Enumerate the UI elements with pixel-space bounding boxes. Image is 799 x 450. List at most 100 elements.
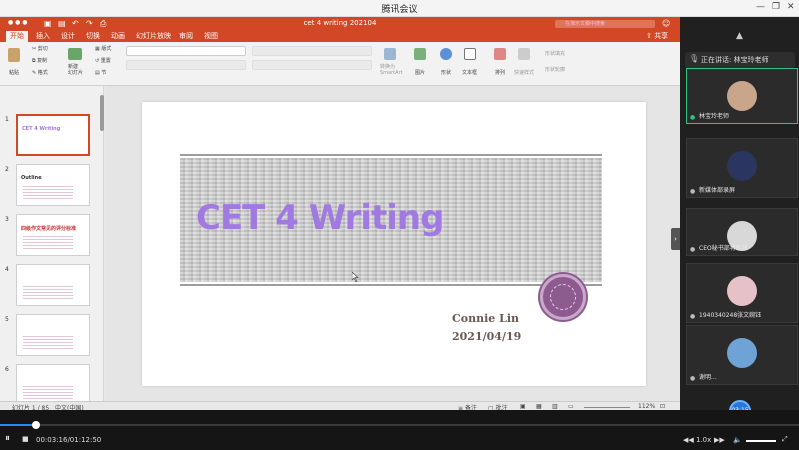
collapse-panel-button[interactable]: › (671, 228, 680, 250)
thumbnail-scrollbar[interactable] (100, 95, 104, 131)
ppt-titlebar: ● ● ● ▣ ▤ ↶ ↷ ⎙ cet 4 writing 202104 在演示… (0, 17, 680, 30)
shape-label: 形状 (441, 70, 452, 76)
font-name-select[interactable] (126, 46, 246, 56)
stop-icon[interactable]: ■ (22, 435, 29, 443)
format-label: 格式 (37, 70, 48, 76)
section-button[interactable]: ▤ 节 (95, 69, 106, 76)
slide-thumbnail[interactable]: Outline (16, 164, 90, 206)
volume-icon[interactable]: 🔈 (733, 436, 742, 444)
font-style-controls[interactable] (126, 60, 246, 70)
thumbnail-content (23, 385, 73, 399)
participant-tile[interactable]: ● CEO秘书部蒋耿慧 (686, 208, 798, 256)
format-painter-button[interactable]: ✎ 格式 (32, 69, 48, 76)
participant-tile[interactable]: ● 林宝玲老师 (686, 68, 798, 124)
tab-insert[interactable]: 插入 (36, 31, 50, 41)
thumbnail-number: 4 (5, 266, 9, 273)
participant-avatar (727, 81, 757, 111)
minimize-icon[interactable]: — (756, 2, 765, 12)
window-title: 腾讯会议 (381, 5, 418, 15)
smiley-icon[interactable]: ☺ (662, 19, 670, 28)
search-input[interactable]: 在演示文稿中搜索 (555, 20, 655, 28)
participant-avatar (727, 151, 757, 181)
progress-track[interactable] (0, 424, 799, 426)
quick-styles-label: 快速样式 (514, 70, 535, 76)
speed-button[interactable]: 1.0x (696, 436, 711, 444)
tab-animations[interactable]: 动画 (111, 31, 125, 41)
shape-fill-button[interactable]: 形状填充 (545, 50, 565, 57)
alignment-controls[interactable] (252, 60, 372, 70)
zoom-slider[interactable] (584, 407, 630, 408)
slideshow-view-icon[interactable]: ▭ (568, 403, 574, 410)
microphone-icon: 🎙 (689, 54, 700, 63)
cut-button[interactable]: ✂ 剪切 (32, 45, 48, 52)
layout-button[interactable]: ▦ 版式 (95, 45, 111, 52)
slide-thumbnail-panel: 1 CET 4 Writing 2 Outline 3 四级作文常见的评分标准 4 5 6 (0, 86, 104, 406)
participant-tile[interactable]: ● 1940340248张文婉钰 (686, 263, 798, 323)
tab-design[interactable]: 设计 (61, 31, 75, 41)
slide-date[interactable]: 2021/04/19 (452, 330, 521, 343)
participant-tile[interactable]: ● 谢明... (686, 325, 798, 385)
picture-icon[interactable] (414, 48, 426, 60)
close-icon[interactable]: ✕ (787, 2, 795, 12)
microphone-icon: ● (690, 375, 696, 382)
reading-view-icon[interactable]: ▥ (552, 403, 558, 410)
forward-icon[interactable]: ▶▶ (714, 436, 725, 444)
new-slide-icon[interactable] (68, 48, 82, 60)
share-button[interactable]: ⇧ 共享 (646, 31, 668, 41)
fit-to-window-icon[interactable]: ⊡ (660, 403, 665, 410)
maximize-icon[interactable]: ❐ (772, 2, 780, 12)
slide-thumbnail[interactable] (16, 364, 90, 406)
copy-button[interactable]: ⧉ 复制 (32, 57, 47, 64)
smartart-icon[interactable] (384, 48, 396, 60)
slide-thumbnail[interactable]: CET 4 Writing (16, 114, 90, 156)
slide-thumbnail[interactable] (16, 264, 90, 306)
textbox-icon[interactable] (464, 48, 476, 60)
participant-name: CEO秘书部蒋耿慧 (699, 245, 748, 252)
paste-label: 粘贴 (9, 70, 20, 76)
participant-name: 1940340248张文婉钰 (699, 312, 762, 319)
normal-view-icon[interactable]: ▣ (520, 403, 526, 410)
tab-home[interactable]: 开始 (6, 31, 28, 42)
collapse-up-icon[interactable]: ▲ (736, 31, 743, 41)
speaking-indicator: 🎙 正在讲话: 林宝玲老师 (685, 52, 795, 68)
reset-label: 重置 (100, 58, 111, 64)
zoom-level[interactable]: 112% (638, 403, 655, 410)
seal-inner-ring (550, 284, 576, 310)
fullscreen-icon[interactable]: ⤢ (782, 435, 788, 444)
reset-button[interactable]: ↺ 重置 (95, 57, 111, 64)
microphone-icon: ● (690, 246, 696, 253)
paragraph-controls[interactable] (252, 46, 372, 56)
sorter-view-icon[interactable]: ▦ (536, 403, 542, 410)
slide-editing-area: CET 4 Writing Connie Lin 2021/04/19 › (106, 86, 680, 401)
slide-thumbnail[interactable]: 四级作文常见的评分标准 (16, 214, 90, 256)
progress-knob[interactable] (31, 421, 40, 429)
tab-review[interactable]: 审阅 (179, 31, 193, 41)
slide-title[interactable]: CET 4 Writing (196, 198, 444, 238)
volume-slider[interactable] (746, 440, 776, 442)
current-slide[interactable]: CET 4 Writing Connie Lin 2021/04/19 (142, 102, 646, 386)
tab-slideshow[interactable]: 幻灯片放映 (136, 31, 171, 41)
thumbnail-content (23, 185, 73, 199)
rewind-icon[interactable]: ◀◀ (683, 436, 694, 444)
shape-icon[interactable] (440, 48, 452, 60)
progress-fill (0, 424, 36, 426)
slide-author[interactable]: Connie Lin (452, 312, 519, 325)
paste-icon[interactable] (8, 48, 20, 62)
participant-name: 新媒体部录屏 (699, 187, 736, 194)
shape-outline-button[interactable]: 形状轮廓 (545, 66, 565, 73)
arrange-icon[interactable] (494, 48, 506, 60)
tab-transitions[interactable]: 切换 (86, 31, 100, 41)
slide-thumbnail[interactable] (16, 314, 90, 356)
thumbnail-content (23, 335, 73, 349)
thumbnail-title: Outline (21, 175, 42, 181)
banner-top-stripe (180, 154, 602, 156)
tab-view[interactable]: 视图 (204, 31, 218, 41)
mouse-cursor-icon (352, 272, 359, 282)
convert-smartart-label: 转换为 SmartArt (380, 64, 403, 76)
participant-tile[interactable]: ● 新媒体部录屏 (686, 138, 798, 198)
microphone-icon: ● (690, 188, 696, 195)
pause-icon[interactable]: ⏸ (5, 433, 10, 444)
participant-name: 谢明... (699, 374, 717, 381)
thumbnail-number: 1 (5, 116, 9, 123)
quick-styles-icon[interactable] (518, 48, 530, 60)
